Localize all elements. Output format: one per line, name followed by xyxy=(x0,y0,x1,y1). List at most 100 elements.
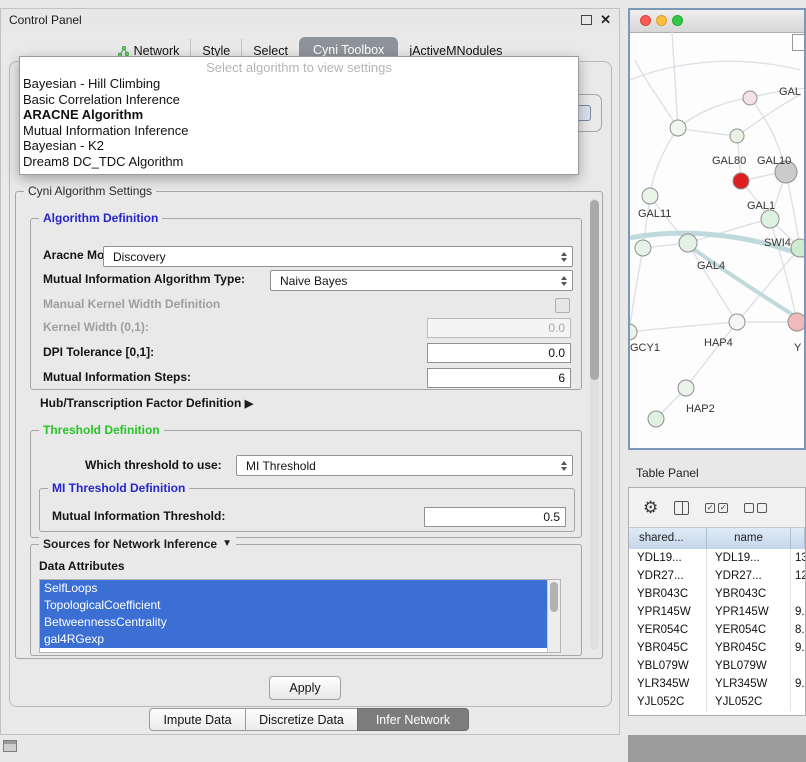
dpi-tolerance-field[interactable] xyxy=(427,343,571,363)
mi-steps-field[interactable] xyxy=(427,368,571,388)
table-panel-window: ⚙ shared... name YDL19...YDL19...13YDR27… xyxy=(628,487,806,716)
checked-box-icon xyxy=(705,503,715,513)
chevron-down-icon[interactable]: ▼ xyxy=(222,537,232,551)
table-row[interactable]: YJL052CYJL052C xyxy=(629,693,805,711)
network-edge xyxy=(678,98,750,128)
network-node[interactable] xyxy=(648,411,664,427)
mi-steps-label: Mutual Information Steps: xyxy=(43,370,191,384)
network-node[interactable] xyxy=(630,324,637,340)
mi-type-select[interactable]: Naive Bayes xyxy=(270,270,573,291)
table-body: YDL19...YDL19...13YDR27...YDR27...12YBR0… xyxy=(629,549,805,715)
network-overlay-box xyxy=(792,34,805,51)
mi-type-label: Mutual Information Algorithm Type: xyxy=(43,272,245,286)
column-header-name[interactable]: name xyxy=(707,528,791,549)
network-edge-thick xyxy=(688,245,804,322)
table-row[interactable]: YLR345WYLR345W9. xyxy=(629,675,805,693)
table-row[interactable]: YBR045CYBR045C9. xyxy=(629,639,805,657)
table-cell: 8. xyxy=(791,621,805,639)
manual-kernel-checkbox[interactable] xyxy=(555,298,570,313)
bottom-tabs: Impute Data Discretize Data Infer Networ… xyxy=(149,708,469,731)
network-edge xyxy=(630,322,737,332)
algorithm-option[interactable]: Basic Correlation Inference xyxy=(20,92,578,108)
algorithm-option[interactable]: ARACNE Algorithm xyxy=(20,107,578,123)
kernel-width-field[interactable] xyxy=(427,318,571,338)
zoom-window-icon[interactable] xyxy=(672,15,683,26)
network-edge xyxy=(686,322,737,388)
minimize-window-icon[interactable] xyxy=(656,15,667,26)
checked-box-icon xyxy=(718,503,728,513)
float-panel-icon[interactable] xyxy=(581,15,592,25)
network-node[interactable] xyxy=(733,173,749,189)
which-threshold-select[interactable]: MI Threshold xyxy=(236,455,573,476)
table-cell: YLR345W xyxy=(707,675,791,693)
tab-impute-data[interactable]: Impute Data xyxy=(149,708,246,731)
table-row[interactable]: YER054CYER054C8. xyxy=(629,621,805,639)
network-node[interactable] xyxy=(761,210,779,228)
table-cell: YER054C xyxy=(707,621,791,639)
select-all-columns-icon[interactable] xyxy=(705,503,728,513)
settings-scrollbar-thumb[interactable] xyxy=(590,200,599,380)
settings-scrollbar[interactable] xyxy=(590,198,599,650)
manual-kernel-label: Manual Kernel Width Definition xyxy=(43,297,220,311)
table-row[interactable]: YPR145WYPR145W9. xyxy=(629,603,805,621)
aracne-mode-value: Discovery xyxy=(113,250,166,264)
algorithm-option[interactable]: Bayesian - K2 xyxy=(20,138,578,154)
apply-button[interactable]: Apply xyxy=(269,676,341,700)
column-header-extra[interactable] xyxy=(791,528,805,549)
network-node[interactable] xyxy=(743,91,757,105)
data-attribute-item[interactable]: TopologicalCoefficient xyxy=(40,597,547,614)
columns-icon[interactable] xyxy=(674,501,689,515)
gear-icon[interactable]: ⚙ xyxy=(643,499,658,516)
data-attribute-item[interactable]: SelfLoops xyxy=(40,580,547,597)
algorithm-placeholder-option[interactable]: Select algorithm to view settings xyxy=(20,59,578,76)
data-attribute-item[interactable]: gal4RGexp xyxy=(40,631,547,648)
table-cell: YBL079W xyxy=(707,657,791,675)
close-panel-icon[interactable]: ✕ xyxy=(600,12,611,28)
data-attribute-item[interactable]: BetweennessCentrality xyxy=(40,614,547,631)
aracne-mode-select[interactable]: Discovery xyxy=(103,246,573,267)
node-label: SWI4 xyxy=(764,237,791,249)
attributes-scrollbar-thumb[interactable] xyxy=(550,582,558,612)
table-row[interactable]: YDL19...YDL19...13 xyxy=(629,549,805,567)
network-edge xyxy=(678,128,737,136)
control-panel-titlebar: Control Panel ✕ xyxy=(1,9,619,31)
mi-threshold-field[interactable] xyxy=(424,507,566,527)
node-label: HAP4 xyxy=(704,337,733,349)
node-label: GAL xyxy=(779,86,801,98)
node-label: GCY1 xyxy=(630,342,660,354)
empty-box-icon xyxy=(757,503,767,513)
network-node[interactable] xyxy=(730,129,744,143)
tab-discretize-data[interactable]: Discretize Data xyxy=(245,708,358,731)
close-window-icon[interactable] xyxy=(640,15,651,26)
network-node[interactable] xyxy=(670,120,686,136)
network-node[interactable] xyxy=(635,240,651,256)
table-cell: YBL079W xyxy=(629,657,707,675)
table-row[interactable]: YDR27...YDR27...12 xyxy=(629,567,805,585)
hub-definition-toggle[interactable]: Hub/Transcription Factor Definition ▶ xyxy=(40,396,253,410)
network-node[interactable] xyxy=(679,234,697,252)
network-node[interactable] xyxy=(788,313,804,331)
network-window-titlebar[interactable] xyxy=(630,10,804,33)
combo-arrows-icon xyxy=(561,252,567,262)
network-node[interactable] xyxy=(678,380,694,396)
attributes-scrollbar[interactable] xyxy=(547,580,560,652)
table-panel-title: Table Panel xyxy=(636,466,699,480)
network-node[interactable] xyxy=(729,314,745,330)
network-svg[interactable]: GALGAL80GAL10GAL11GAL1SWI4GAL4GCY1HAP4YH… xyxy=(630,32,804,448)
node-label: GAL1 xyxy=(747,200,775,212)
data-attributes-label: Data Attributes xyxy=(39,559,125,573)
algorithm-option[interactable]: Bayesian - Hill Climbing xyxy=(20,76,578,92)
algorithm-option[interactable]: Mutual Information Inference xyxy=(20,123,578,139)
deselect-all-columns-icon[interactable] xyxy=(744,503,767,513)
column-header-shared-name[interactable]: shared... xyxy=(629,528,707,549)
network-node[interactable] xyxy=(791,239,804,257)
table-cell: YDR27... xyxy=(707,567,791,585)
algorithm-option[interactable]: Dream8 DC_TDC Algorithm xyxy=(20,154,578,170)
table-row[interactable]: YBL079WYBL079W xyxy=(629,657,805,675)
table-row[interactable]: YBR043CYBR043C xyxy=(629,585,805,603)
table-cell: YPR145W xyxy=(629,603,707,621)
minimized-panel-icon[interactable] xyxy=(3,740,17,752)
table-cell: YPR145W xyxy=(707,603,791,621)
tab-infer-network[interactable]: Infer Network xyxy=(357,708,469,731)
network-node[interactable] xyxy=(642,188,658,204)
